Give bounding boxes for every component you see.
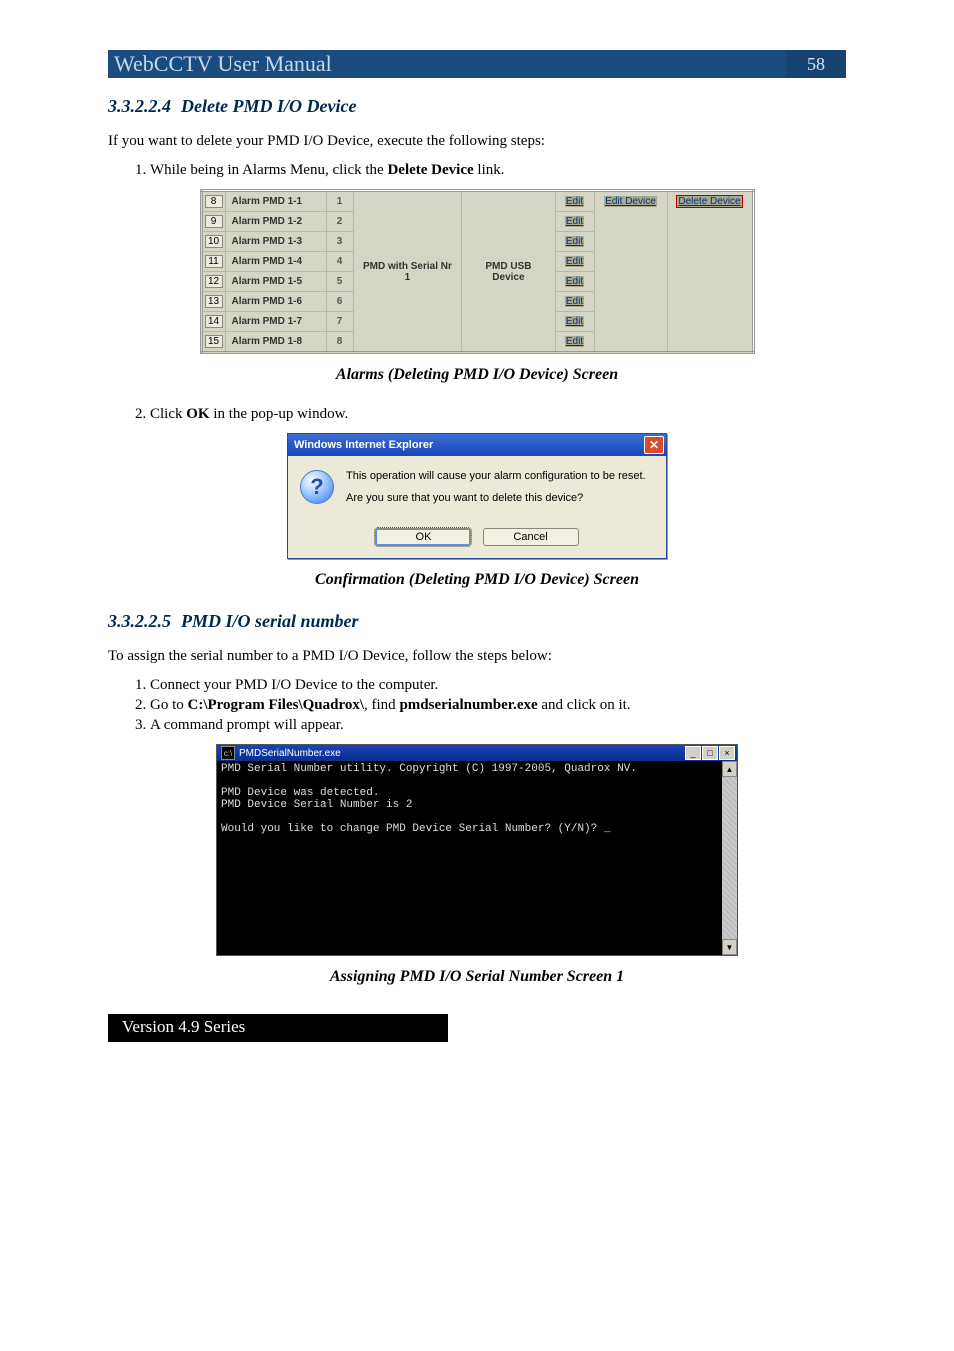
caption-console: Assigning PMD I/O Serial Number Screen 1 xyxy=(108,968,846,986)
alarm-channel: 6 xyxy=(326,292,353,312)
console-window: c:\ PMDSerialNumber.exe _ □ × PMD Serial… xyxy=(216,744,738,956)
alarm-channel: 3 xyxy=(326,232,353,252)
paragraph-intro-serial: To assign the serial number to a PMD I/O… xyxy=(108,648,846,665)
serial-step-3: A command prompt will appear. xyxy=(150,717,846,734)
scroll-up-icon[interactable]: ▲ xyxy=(722,761,737,777)
serial-step-2: Go to C:\Program Files\Quadrox\, find pm… xyxy=(150,697,846,714)
console-icon: c:\ xyxy=(221,746,235,760)
device-serial-cell: PMD with Serial Nr 1 xyxy=(353,191,462,353)
alarm-name: Alarm PMD 1-6 xyxy=(225,292,326,312)
alarm-channel: 4 xyxy=(326,252,353,272)
row-index: 9 xyxy=(205,215,223,228)
device-type-cell: PMD USB Device xyxy=(462,191,555,353)
scroll-down-icon[interactable]: ▼ xyxy=(722,939,737,955)
edit-link[interactable]: Edit xyxy=(565,216,584,227)
version-label: Version 4.9 Series xyxy=(108,1014,448,1042)
alarm-channel: 2 xyxy=(326,212,353,232)
alarm-name: Alarm PMD 1-8 xyxy=(225,332,326,353)
header-bar: WebCCTV User Manual 58 xyxy=(108,50,846,78)
step-2: Click OK in the pop-up window. xyxy=(150,406,846,423)
edit-link[interactable]: Edit xyxy=(565,336,584,347)
section-3-3-2-2-5-heading: 3.3.2.2.5PMD I/O serial number xyxy=(108,611,846,632)
alarm-name: Alarm PMD 1-2 xyxy=(225,212,326,232)
dialog-titlebar: Windows Internet Explorer ✕ xyxy=(288,434,666,456)
edit-link[interactable]: Edit xyxy=(565,236,584,247)
console-output: PMD Serial Number utility. Copyright (C)… xyxy=(217,761,722,955)
page-number: 58 xyxy=(786,50,846,78)
edit-link[interactable]: Edit xyxy=(565,196,584,207)
row-index: 14 xyxy=(205,315,223,328)
steps-delete-2: Click OK in the pop-up window. xyxy=(132,406,846,423)
steps-serial: Connect your PMD I/O Device to the compu… xyxy=(132,677,846,734)
alarm-channel: 8 xyxy=(326,332,353,353)
row-index: 12 xyxy=(205,275,223,288)
alarm-name: Alarm PMD 1-3 xyxy=(225,232,326,252)
row-index: 13 xyxy=(205,295,223,308)
row-index: 10 xyxy=(205,235,223,248)
console-titlebar: c:\ PMDSerialNumber.exe _ □ × xyxy=(217,745,737,761)
scrollbar[interactable]: ▲ ▼ xyxy=(722,761,737,955)
doc-title: WebCCTV User Manual xyxy=(108,51,786,77)
row-index: 15 xyxy=(205,335,223,348)
alarm-name: Alarm PMD 1-7 xyxy=(225,312,326,332)
cancel-button[interactable]: Cancel xyxy=(483,528,579,546)
minimize-icon[interactable]: _ xyxy=(685,746,701,760)
section-3-3-2-2-4-heading: 3.3.2.2.4Delete PMD I/O Device xyxy=(108,96,846,117)
maximize-icon[interactable]: □ xyxy=(702,746,718,760)
console-title: PMDSerialNumber.exe xyxy=(239,748,341,759)
close-icon[interactable]: × xyxy=(719,746,735,760)
ok-button[interactable]: OK xyxy=(375,528,471,546)
alarm-name: Alarm PMD 1-5 xyxy=(225,272,326,292)
steps-delete: While being in Alarms Menu, click the De… xyxy=(132,162,846,179)
confirm-dialog: Windows Internet Explorer ✕ ? This opera… xyxy=(287,433,667,559)
alarm-channel: 7 xyxy=(326,312,353,332)
alarm-channel: 1 xyxy=(326,191,353,212)
edit-device-link[interactable]: Edit Device xyxy=(604,196,657,207)
footer: Version 4.9 Series xyxy=(108,1014,846,1042)
row-index: 8 xyxy=(205,195,223,208)
edit-link[interactable]: Edit xyxy=(565,316,584,327)
close-icon[interactable]: ✕ xyxy=(644,436,664,454)
alarm-channel: 5 xyxy=(326,272,353,292)
table-row: 8Alarm PMD 1-11PMD with Serial Nr 1PMD U… xyxy=(201,191,753,212)
alarm-name: Alarm PMD 1-4 xyxy=(225,252,326,272)
edit-link[interactable]: Edit xyxy=(565,256,584,267)
caption-alarms: Alarms (Deleting PMD I/O Device) Screen xyxy=(108,366,846,384)
step-1: While being in Alarms Menu, click the De… xyxy=(150,162,846,179)
dialog-title: Windows Internet Explorer xyxy=(294,439,433,451)
dialog-line1: This operation will cause your alarm con… xyxy=(346,470,646,482)
scroll-track[interactable] xyxy=(722,777,737,939)
paragraph-intro-delete: If you want to delete your PMD I/O Devic… xyxy=(108,133,846,150)
edit-link[interactable]: Edit xyxy=(565,296,584,307)
alarm-name: Alarm PMD 1-1 xyxy=(225,191,326,212)
edit-link[interactable]: Edit xyxy=(565,276,584,287)
serial-step-1: Connect your PMD I/O Device to the compu… xyxy=(150,677,846,694)
dialog-line2: Are you sure that you want to delete thi… xyxy=(346,492,646,504)
delete-device-link[interactable]: Delete Device xyxy=(676,195,742,208)
question-icon: ? xyxy=(300,470,334,504)
alarm-table: 8Alarm PMD 1-11PMD with Serial Nr 1PMD U… xyxy=(200,189,755,354)
caption-confirm: Confirmation (Deleting PMD I/O Device) S… xyxy=(108,571,846,589)
row-index: 11 xyxy=(205,255,223,268)
